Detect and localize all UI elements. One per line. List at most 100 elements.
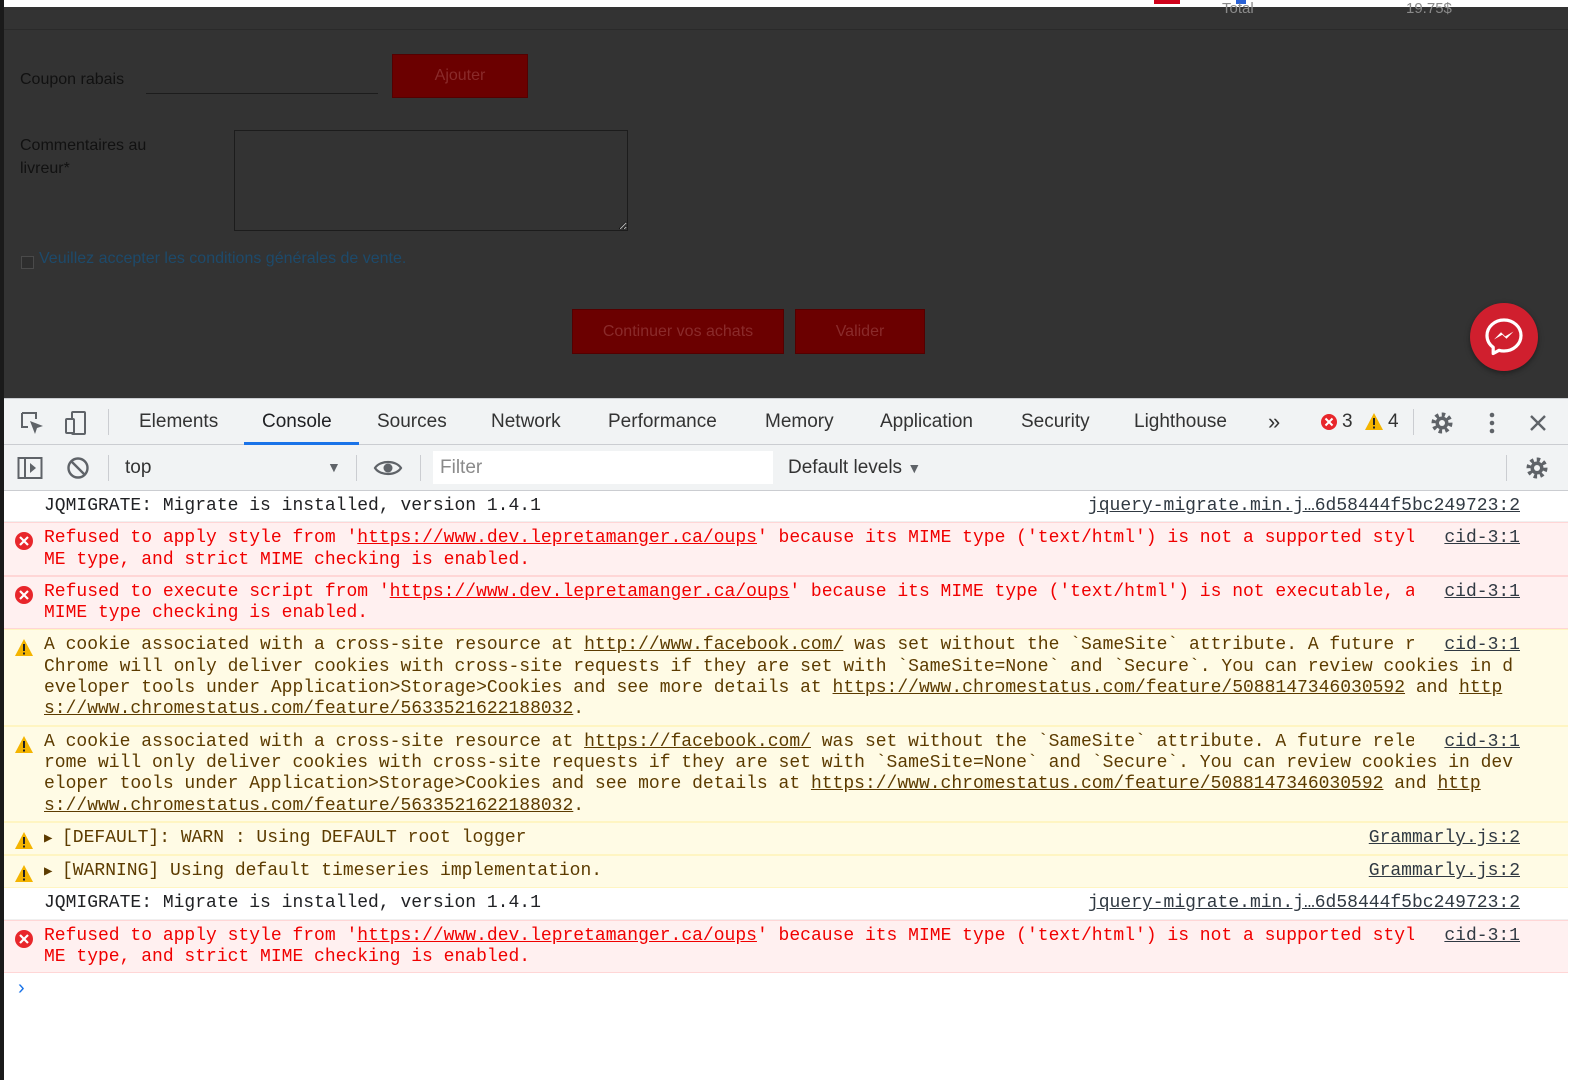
message-url-link[interactable]: https://www.chromestatus.com/feature/508…: [833, 678, 1406, 698]
message-source-link[interactable]: cid-3:1: [1414, 731, 1520, 753]
message-source-link[interactable]: cid-3:1: [1414, 581, 1520, 604]
message-url-link[interactable]: https://www.dev.lepretamanger.ca/oups: [357, 926, 757, 946]
coupon-input[interactable]: [146, 66, 378, 94]
toolbar-separator: [420, 455, 421, 481]
console-filter-input[interactable]: [433, 451, 773, 484]
comments-label-line1: Commentaires au: [20, 137, 147, 154]
devtools-tabbar: Elements Console Sources Network Perform…: [4, 398, 1568, 445]
warning-count[interactable]: 4: [1388, 399, 1399, 445]
console-message: A cookie associated with a cross-site re…: [4, 629, 1568, 726]
settings-gear-icon[interactable]: [1428, 409, 1456, 437]
message-url-link[interactable]: https://www.dev.lepretamanger.ca/oups: [357, 528, 757, 548]
text-segment: and: [1405, 678, 1460, 699]
validate-button[interactable]: Valider: [795, 309, 925, 354]
warning-icon: [15, 639, 33, 657]
tabbar-separator: [1413, 409, 1414, 435]
close-devtools-icon[interactable]: [1524, 409, 1552, 437]
toolbar-separator: [356, 455, 357, 481]
sidebar-toggle-icon[interactable]: [16, 454, 44, 482]
inspect-element-icon[interactable]: [18, 409, 46, 437]
more-tabs-button[interactable]: »: [1268, 399, 1280, 445]
messenger-button[interactable]: [1470, 303, 1538, 371]
toolbar-separator: [1506, 455, 1507, 481]
tab-elements[interactable]: Elements: [139, 399, 218, 445]
context-selector[interactable]: top: [125, 445, 151, 490]
warning-icon: [15, 865, 33, 883]
expand-triangle-icon[interactable]: ▶: [44, 862, 62, 883]
total-label: Total: [1222, 0, 1254, 17]
message-source-link[interactable]: Grammarly.js:2: [1338, 861, 1520, 883]
device-toolbar-icon[interactable]: [62, 409, 90, 437]
expand-triangle-icon[interactable]: ▶: [44, 829, 62, 850]
continue-shopping-button[interactable]: Continuer vos achats: [572, 309, 784, 354]
console-prompt[interactable]: ›: [4, 973, 1568, 1003]
text-segment: A cookie associated with a cross-site re…: [44, 635, 585, 656]
tab-security[interactable]: Security: [1021, 399, 1090, 445]
console-message: Refused to apply style from 'https://www…: [4, 919, 1568, 974]
message-source-link[interactable]: cid-3:1: [1414, 925, 1520, 948]
prompt-chevron-icon: ›: [18, 977, 25, 1000]
error-icon: [15, 532, 33, 551]
terms-checkbox[interactable]: [21, 256, 34, 269]
text-segment: Refused to execute script from ': [44, 581, 390, 602]
console-settings-gear-icon[interactable]: [1523, 454, 1551, 482]
clear-console-icon[interactable]: [64, 454, 92, 482]
message-source-link[interactable]: jquery-migrate.min.j…6d58444f5bc249723:2: [1057, 893, 1520, 915]
tab-network[interactable]: Network: [491, 399, 561, 445]
console-output: JQMIGRATE: Migrate is installed, version…: [4, 491, 1568, 1080]
terms-link[interactable]: Veuillez accepter les conditions général…: [39, 249, 406, 269]
comments-label-line2: livreur*: [20, 160, 70, 177]
console-message[interactable]: ▶ [DEFAULT]: WARN : Using DEFAULT root lo…: [4, 821, 1568, 856]
web-page: Total 19.75$ Coupon rabais Ajouter Comme…: [4, 0, 1583, 398]
message-text: ▶ [DEFAULT]: WARN : Using DEFAULT root lo…: [44, 828, 1520, 850]
error-icon: [15, 585, 33, 604]
tab-lighthouse[interactable]: Lighthouse: [1134, 399, 1227, 445]
add-coupon-button[interactable]: Ajouter: [392, 54, 528, 98]
error-icon: [15, 929, 33, 948]
levels-dropdown-arrow-icon: ▼: [907, 460, 922, 476]
warning-icon: [15, 735, 33, 753]
tab-performance[interactable]: Performance: [608, 399, 717, 445]
comments-textarea[interactable]: [234, 130, 628, 231]
message-text: Refused to apply style from 'https://www…: [44, 926, 1520, 969]
text-segment: .: [573, 795, 585, 816]
tab-console[interactable]: Console: [262, 399, 332, 445]
log-levels-dropdown[interactable]: Default levels ▼: [788, 445, 921, 490]
tabbar-separator: [108, 409, 109, 435]
text-segment: A cookie associated with a cross-site re…: [44, 731, 585, 752]
console-message: A cookie associated with a cross-site re…: [4, 725, 1568, 822]
text-segment: .: [573, 699, 585, 720]
coupon-label: Coupon rabais: [20, 71, 125, 88]
message-source-link[interactable]: cid-3:1: [1414, 528, 1520, 550]
message-url-link[interactable]: http://www.facebook.com/: [584, 635, 843, 655]
context-dropdown-arrow-icon[interactable]: ▼: [327, 445, 341, 490]
console-toolbar: top ▼ Default levels ▼: [4, 445, 1568, 491]
console-message[interactable]: ▶ [WARNING] Using default timeseries impl…: [4, 855, 1568, 889]
console-message: Refused to apply style from 'https://www…: [4, 522, 1568, 576]
text-segment: [DEFAULT]: WARN : Using DEFAULT root log…: [62, 827, 527, 848]
cart-badge: [1154, 0, 1180, 4]
page-top-strip: [4, 0, 1583, 7]
message-source-link[interactable]: Grammarly.js:2: [1338, 827, 1520, 850]
message-source-link[interactable]: jquery-migrate.min.j…6d58444f5bc249723:2: [1057, 496, 1520, 518]
message-text: Refused to execute script from 'https://…: [44, 582, 1520, 625]
message-url-link[interactable]: https://facebook.com/: [584, 732, 811, 752]
message-source-link[interactable]: cid-3:1: [1414, 635, 1520, 657]
comments-label: Commentaires au livreur*: [20, 134, 146, 180]
message-text: A cookie associated with a cross-site re…: [44, 732, 1520, 817]
tab-sources[interactable]: Sources: [377, 399, 447, 445]
error-count[interactable]: 3: [1342, 399, 1353, 445]
message-text: A cookie associated with a cross-site re…: [44, 635, 1520, 720]
console-message: JQMIGRATE: Migrate is installed, version…: [4, 491, 1568, 523]
text-segment: Refused to apply style from ': [44, 528, 358, 549]
more-options-icon[interactable]: [1480, 409, 1504, 437]
message-url-link[interactable]: https://www.dev.lepretamanger.ca/oups: [390, 582, 790, 602]
console-message: JQMIGRATE: Migrate is installed, version…: [4, 888, 1568, 920]
message-url-link[interactable]: https://www.chromestatus.com/feature/508…: [811, 774, 1384, 794]
warning-icon: [15, 831, 33, 849]
tab-application[interactable]: Application: [880, 399, 973, 445]
live-expression-eye-icon[interactable]: [372, 454, 404, 482]
tab-memory[interactable]: Memory: [765, 399, 834, 445]
message-text: Refused to apply style from 'https://www…: [44, 528, 1520, 571]
error-count-icon: [1320, 413, 1338, 431]
